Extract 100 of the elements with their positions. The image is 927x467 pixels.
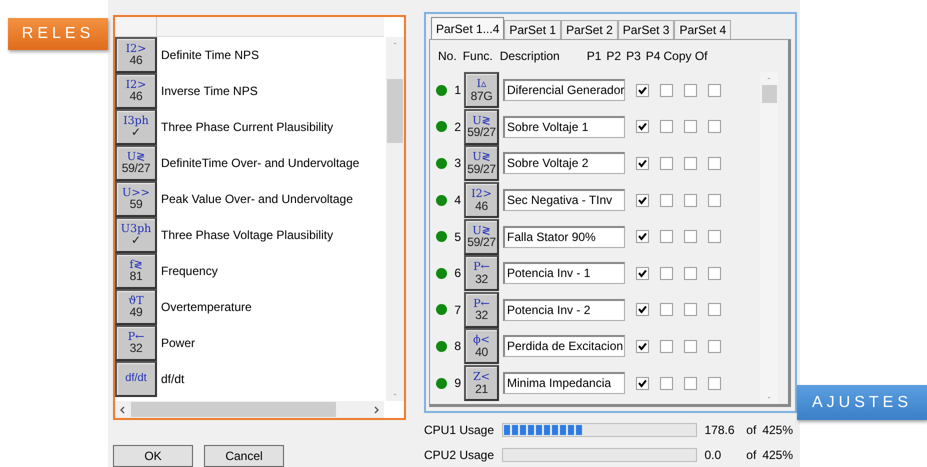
function-button[interactable]: I▵ 87G [464,72,499,108]
checkbox[interactable] [708,340,721,353]
description-field[interactable]: Minima Impedancia [503,372,625,394]
column-header: P4 [646,48,660,65]
function-button[interactable]: I2> 46 [115,73,157,109]
function-button[interactable]: I3ph ✓ [115,109,157,145]
checkbox[interactable] [708,156,721,170]
description-field[interactable]: Sobre Voltaje 1 [503,116,625,138]
checkbox[interactable] [660,340,673,353]
cpu-max: 425% [762,446,794,464]
cpu-label: CPU2 Usage [424,446,496,464]
checkbox[interactable] [684,194,697,207]
checkbox[interactable] [660,84,673,97]
row-number: 5 [453,228,461,246]
checkbox[interactable] [636,120,649,134]
column-header: P1 [586,48,602,65]
checkbox[interactable] [684,156,697,170]
function-button[interactable]: I2> 46 [464,182,499,218]
function-button[interactable]: P← 32 [115,325,157,361]
tab[interactable]: ParSet 2 [561,20,618,39]
function-button[interactable]: U3ph ✓ [115,217,157,253]
checkbox[interactable] [660,120,673,134]
description-field[interactable]: Perdida de Excitacion [503,335,625,358]
checkbox[interactable] [684,84,697,97]
scroll-thumb[interactable] [762,85,776,103]
description-field[interactable]: Potencia Inv - 2 [503,298,625,321]
function-button[interactable]: Z< 21 [464,365,499,402]
checkbox[interactable] [660,303,673,316]
column-header: Copy Of [663,48,708,65]
scroll-thumb[interactable] [131,402,336,417]
vertical-scrollbar[interactable] [386,37,404,401]
column-header: Func. [462,48,493,65]
description-field[interactable]: Diferencial Generador [503,79,625,102]
checkbox[interactable] [660,266,673,280]
tab[interactable]: ParSet 1 [504,20,562,39]
row-number: 8 [453,338,461,356]
description-field[interactable]: Sobre Voltaje 2 [503,152,625,174]
tab[interactable]: ParSet 4 [674,20,732,39]
of-label: of [746,446,756,464]
horizontal-scrollbar[interactable] [115,401,384,418]
cancel-button[interactable]: Cancel [204,445,284,467]
checkbox[interactable] [636,194,649,207]
checkbox[interactable] [708,84,721,97]
section-label: RELES [8,18,108,50]
function-name: Definite Time NPS [161,47,260,64]
checkbox[interactable] [636,84,649,97]
tab[interactable]: ParSet 1...4 [431,17,504,39]
checkbox[interactable] [636,376,649,390]
checkbox[interactable] [708,194,721,207]
function-button[interactable]: I2> 46 [115,37,157,73]
tab[interactable]: ParSet 3 [618,20,674,39]
vertical-scrollbar[interactable] [760,72,778,404]
function-button[interactable]: U≷ 59/27 [464,145,499,182]
row-number: 1 [453,82,461,100]
ok-button[interactable]: OK [113,445,193,467]
checkbox[interactable] [684,266,697,280]
description-field[interactable]: Potencia Inv - 1 [503,262,625,284]
row-number: 2 [453,118,461,136]
checkbox[interactable] [708,376,721,390]
checkbox[interactable] [708,230,721,244]
function-button[interactable]: P← 32 [464,255,499,292]
checkbox[interactable] [660,194,673,207]
function-name: Power [161,335,196,352]
checkbox[interactable] [708,266,721,280]
function-button[interactable]: f≷ 81 [115,253,157,289]
cpu-label: CPU1 Usage [424,422,496,438]
checkbox[interactable] [684,120,697,134]
checkbox[interactable] [636,303,649,316]
description-field[interactable]: Sec Negativa - TInv [503,189,625,212]
function-button[interactable]: df/dt [115,361,157,397]
of-label: of [746,422,756,438]
column-header: P3 [626,48,641,65]
function-button[interactable]: U≷ 59/27 [464,218,499,255]
checkbox[interactable] [636,230,649,244]
checkbox[interactable] [636,156,649,170]
function-name: Peak Value Over- and Undervoltage [161,191,353,208]
checkbox[interactable] [684,303,697,316]
checkbox[interactable] [708,120,721,134]
checkbox[interactable] [660,376,673,390]
function-button[interactable]: P← 32 [464,292,499,328]
function-button[interactable]: ϑT 49 [115,289,157,325]
checkbox[interactable] [660,156,673,170]
checkbox[interactable] [684,376,697,390]
function-name: Inverse Time NPS [161,83,258,100]
row-number: 3 [453,155,461,172]
function-button[interactable]: U>> 59 [115,181,157,217]
checkbox[interactable] [684,340,697,353]
description-field[interactable]: Falla Stator 90% [503,226,625,248]
scroll-thumb[interactable] [387,79,403,143]
function-button[interactable]: ϕ< 40 [464,328,499,364]
checkbox[interactable] [708,303,721,316]
checkbox[interactable] [636,340,649,353]
function-button[interactable]: U≷ 59/27 [115,145,157,181]
checkbox[interactable] [660,230,673,244]
checkbox[interactable] [636,266,649,280]
function-name: Overtemperature [161,299,252,316]
checkbox[interactable] [684,230,697,244]
cpu-value: 178.6 [704,422,736,438]
function-button[interactable]: U≷ 59/27 [464,108,499,145]
row-number: 9 [453,375,461,392]
